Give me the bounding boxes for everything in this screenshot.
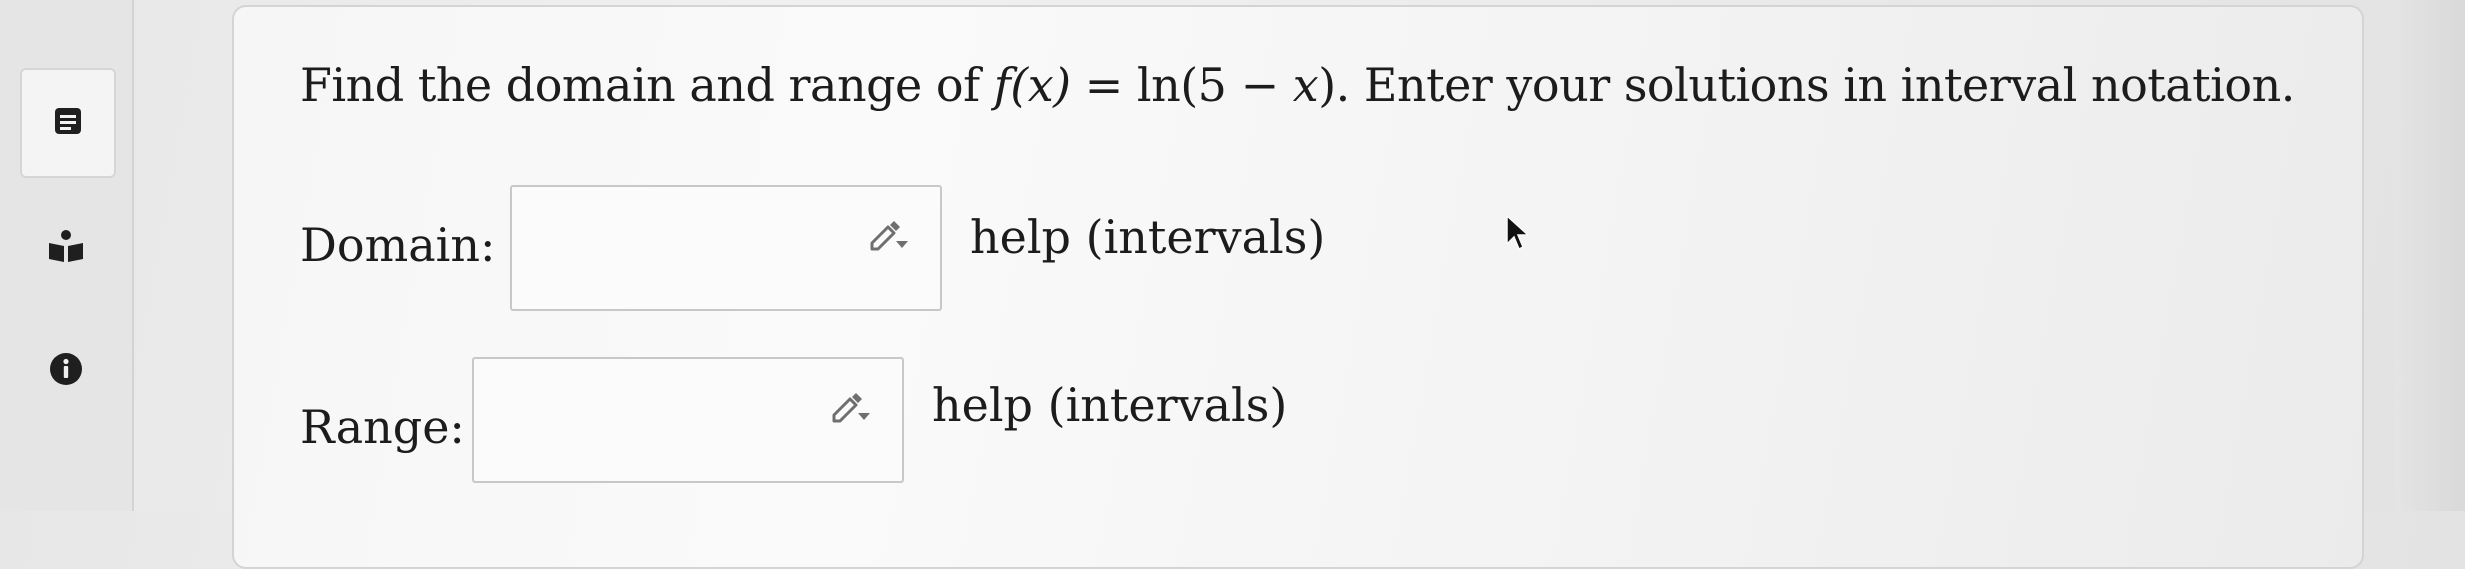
domain-label: Domain: (300, 218, 496, 272)
domain-input[interactable] (510, 185, 942, 311)
range-input[interactable] (472, 357, 904, 483)
range-equation-editor-icon[interactable] (830, 389, 874, 425)
function-ln: ln(5 − (1136, 58, 1293, 112)
function-close: ) (1318, 58, 1336, 112)
domain-equation-editor-icon[interactable] (868, 217, 912, 253)
notes-icon (53, 106, 83, 140)
equals-sign: = (1070, 58, 1137, 112)
notes-button[interactable] (20, 68, 116, 178)
left-toolbar (0, 0, 134, 511)
domain-help-link[interactable]: help (intervals) (970, 210, 1325, 264)
range-label: Range: (300, 400, 465, 454)
function-variable: x (1292, 58, 1319, 112)
mouse-pointer-icon (1505, 214, 1531, 252)
function-name: f(x) (993, 58, 1071, 112)
question-suffix: . Enter your solutions in interval notat… (1335, 58, 2296, 112)
info-icon (49, 352, 83, 390)
question-prefix: Find the domain and range of (300, 58, 994, 112)
info-button[interactable] (20, 318, 112, 424)
right-edge (2395, 0, 2465, 511)
reader-button[interactable] (20, 195, 112, 301)
reader-icon (47, 229, 85, 267)
question-text: Find the domain and range of f(x) = ln(5… (300, 58, 2295, 112)
range-help-link[interactable]: help (intervals) (932, 378, 1287, 432)
